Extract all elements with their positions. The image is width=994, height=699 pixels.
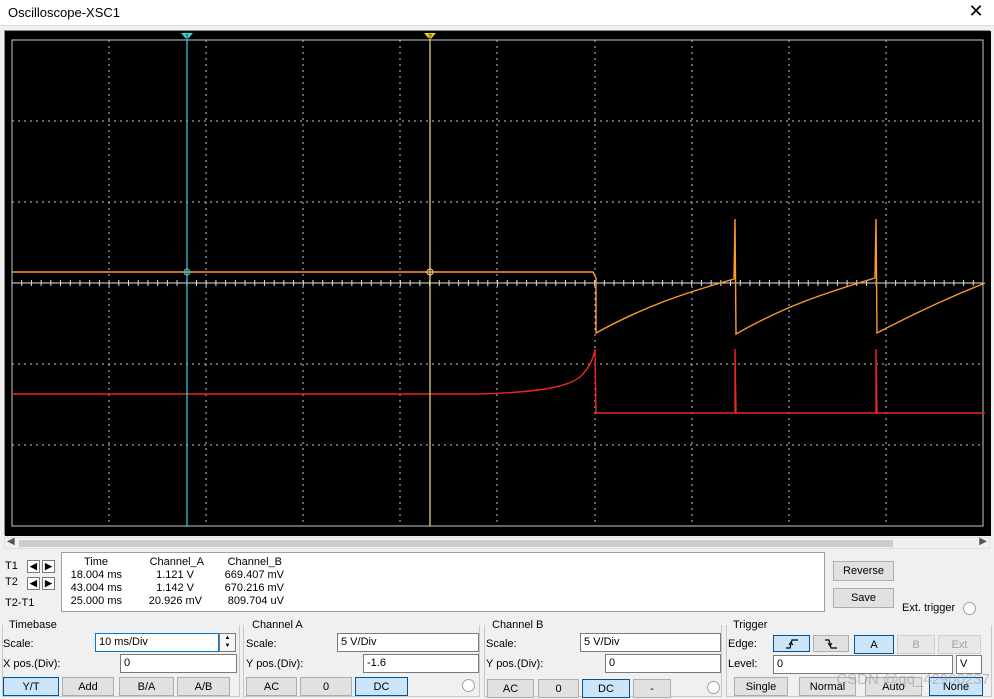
readout-t2-time: 43.004 ms <box>70 582 122 594</box>
falling-edge-button[interactable] <box>813 635 849 652</box>
channel-a-dc-button[interactable]: DC <box>355 677 408 696</box>
timebase-xpos-label: X pos.(Div): <box>3 658 61 670</box>
channel-a-ypos-field[interactable]: -1.6 <box>363 654 479 673</box>
cursor-controls: T1 ◀ ▶ T2 ◀ ▶ T2-T1 <box>0 552 60 612</box>
window-title: Oscilloscope-XSC1 <box>8 5 120 20</box>
channel-b-zero-button[interactable]: 0 <box>538 679 579 698</box>
save-button[interactable]: Save <box>833 588 894 608</box>
channel-a-zero-button[interactable]: 0 <box>300 677 352 696</box>
channel-a-title: Channel A <box>250 619 305 631</box>
channel-b-dc-button[interactable]: DC <box>582 679 630 698</box>
t2-t1-label: T2-T1 <box>5 597 35 609</box>
timebase-xpos-field[interactable]: 0 <box>120 654 237 673</box>
channel-a-scale-label: Scale: <box>246 638 277 650</box>
close-icon[interactable]: ✕ <box>966 1 986 22</box>
trigger-title: Trigger <box>731 619 770 631</box>
trigger-source-a-button[interactable]: A <box>854 635 894 654</box>
readout-header-time: Time <box>83 556 108 568</box>
title-bar: Oscilloscope-XSC1 ✕ <box>0 0 994 26</box>
trigger-source-ext-button[interactable]: Ext <box>938 635 981 654</box>
readout-t2-channel-b: 670.216 mV <box>224 582 284 594</box>
mode-ab-button[interactable]: A/B <box>177 677 230 696</box>
waveform-display: 1 2 <box>5 31 991 536</box>
t2-right-arrow-icon[interactable]: ▶ <box>42 577 55 590</box>
scroll-thumb[interactable] <box>19 540 893 547</box>
t1-left-arrow-icon[interactable]: ◀ <box>27 560 40 573</box>
reverse-button[interactable]: Reverse <box>833 561 894 581</box>
timebase-title: Timebase <box>7 619 59 631</box>
channel-a-scale-field[interactable]: 5 V/Div <box>337 633 479 652</box>
scroll-left-icon[interactable]: ◀ <box>7 536 15 547</box>
rising-edge-button[interactable] <box>773 635 810 652</box>
readout-t2-channel-a: 1.142 V <box>156 582 194 594</box>
channel-b-invert-button[interactable]: - <box>633 679 671 698</box>
scroll-right-icon[interactable]: ▶ <box>979 536 987 547</box>
falling-edge-icon <box>825 639 837 649</box>
mode-yt-button[interactable]: Y/T <box>3 677 59 696</box>
readout-t1-channel-a: 1.121 V <box>156 569 194 581</box>
measurement-readout: Time Channel_A Channel_B 18.004 ms 1.121… <box>61 552 825 612</box>
timebase-scale-field[interactable]: 10 ms/Div <box>95 633 219 652</box>
timebase-scale-spinner[interactable]: ▲ ▼ <box>219 633 236 652</box>
rising-edge-icon <box>785 639 798 649</box>
trigger-source-b-button[interactable]: B <box>897 635 935 654</box>
watermark: CSDN @qq_42900237 <box>836 671 990 688</box>
mode-add-button[interactable]: Add <box>62 677 114 696</box>
channel-b-ac-button[interactable]: AC <box>487 679 534 698</box>
channel-b-scale-label: Scale: <box>486 638 517 650</box>
readout-header-channel-a: Channel_A <box>149 556 204 568</box>
t1-right-arrow-icon[interactable]: ▶ <box>42 560 55 573</box>
timebase-scale-label: Scale: <box>3 638 34 650</box>
channel-a-terminal[interactable] <box>462 679 475 692</box>
channel-b-title: Channel B <box>490 619 546 631</box>
oscilloscope-screen: 1 2 <box>4 30 991 536</box>
channel-b-ypos-label: Y pos.(Div): <box>486 658 544 670</box>
trigger-single-button[interactable]: Single <box>734 677 788 696</box>
readout-t1-time: 18.004 ms <box>70 569 122 581</box>
time-scrollbar[interactable]: ◀ ▶ <box>4 536 990 549</box>
cursor-1-marker: 1 <box>185 34 189 41</box>
channel-a-ypos-label: Y pos.(Div): <box>246 658 304 670</box>
ext-trigger-terminal[interactable] <box>963 602 976 615</box>
t1-label: T1 <box>5 560 18 572</box>
ext-trigger-label: Ext. trigger <box>902 602 956 614</box>
readout-header-channel-b: Channel_B <box>227 556 282 568</box>
readout-t1-channel-b: 669.407 mV <box>224 569 284 581</box>
spinner-down-icon[interactable]: ▼ <box>220 642 235 650</box>
channel-a-ac-button[interactable]: AC <box>246 677 297 696</box>
channel-b-scale-field[interactable]: 5 V/Div <box>580 633 721 652</box>
readout-delta-channel-b: 809.704 uV <box>227 595 284 607</box>
channel-b-terminal[interactable] <box>707 681 720 694</box>
readout-delta-time: 25.000 ms <box>70 595 122 607</box>
t2-label: T2 <box>5 576 18 588</box>
mode-ba-button[interactable]: B/A <box>119 677 174 696</box>
channel-b-ypos-field[interactable]: 0 <box>605 654 721 673</box>
trigger-edge-label: Edge: <box>728 638 757 650</box>
spinner-up-icon[interactable]: ▲ <box>220 634 235 642</box>
cursor-2-marker: 2 <box>428 34 432 41</box>
trigger-level-label: Level: <box>728 658 758 670</box>
readout-delta-channel-a: 20.926 mV <box>148 595 202 607</box>
t2-left-arrow-icon[interactable]: ◀ <box>27 577 40 590</box>
